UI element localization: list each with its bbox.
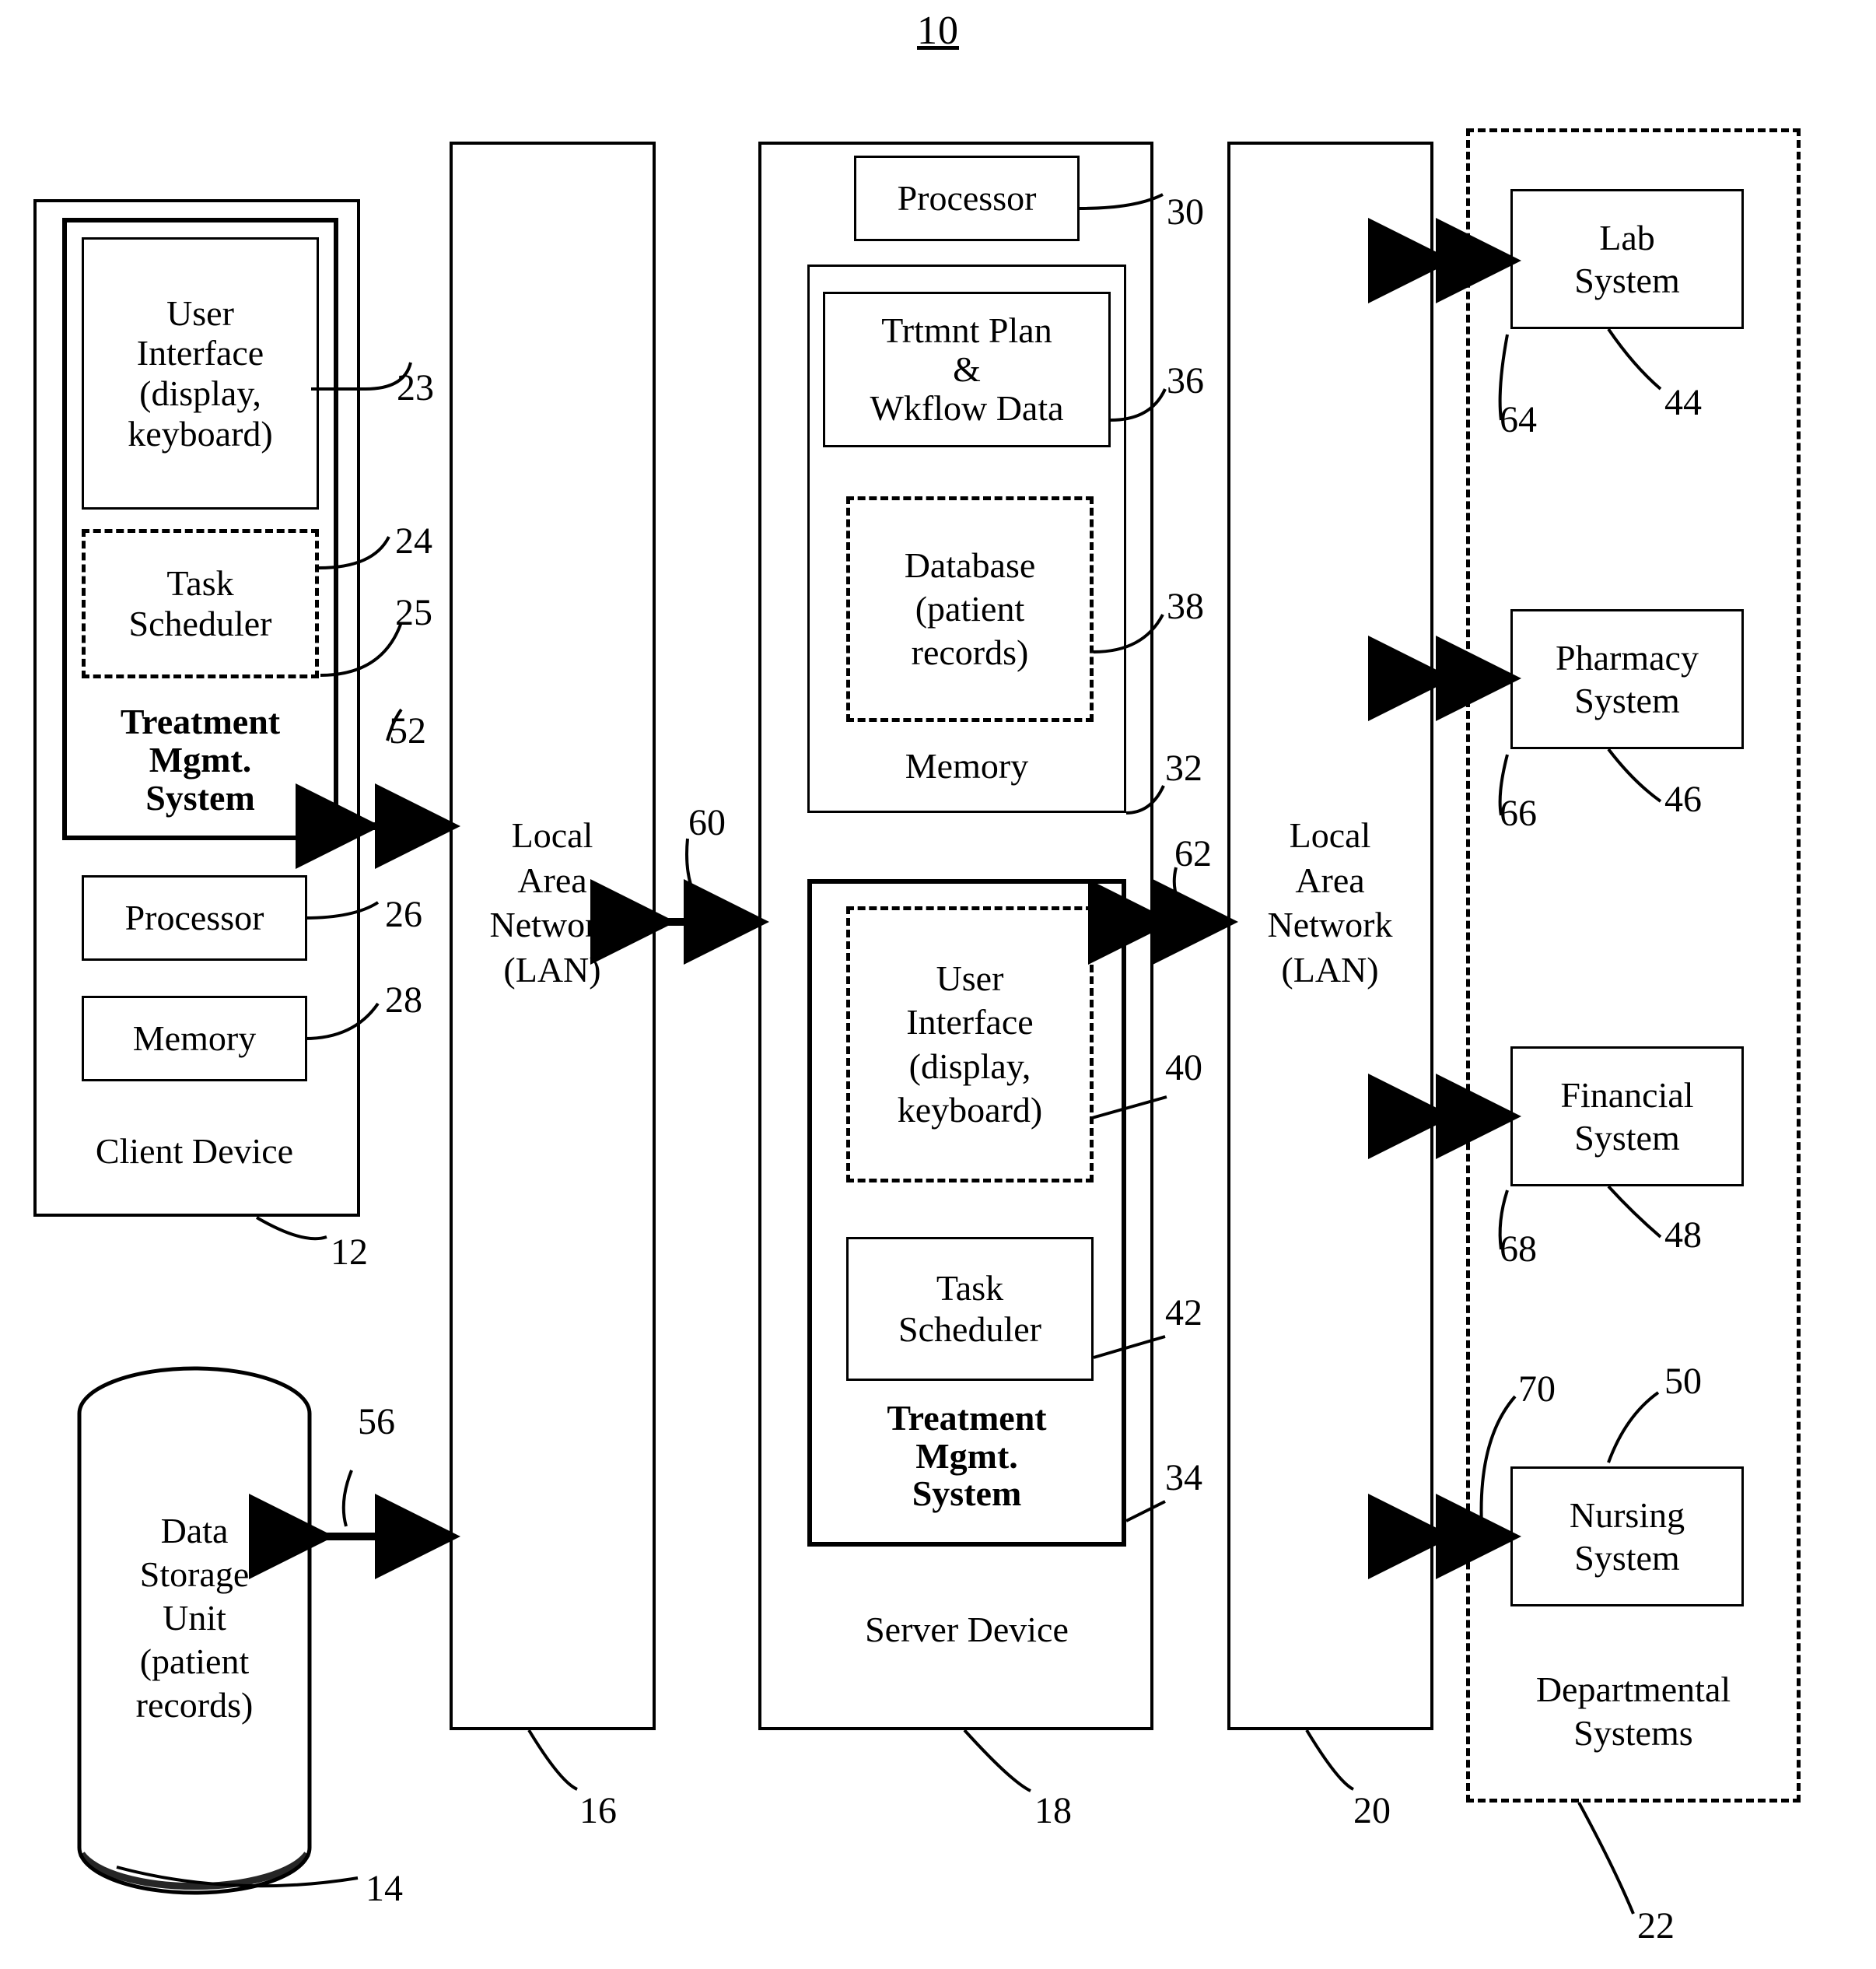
client-device-label-l2: Device: [191, 1131, 294, 1172]
pharmacy-system-box: Pharmacy System: [1510, 609, 1744, 749]
figure-number: 10: [917, 9, 959, 53]
server-device-label-l1: Server: [865, 1610, 959, 1650]
ref-25: 25: [395, 592, 432, 633]
ref-14: 14: [366, 1868, 403, 1909]
leader-20: [1305, 1729, 1355, 1791]
ref-32: 32: [1165, 748, 1202, 789]
nursing-system-box: Nursing System: [1510, 1466, 1744, 1606]
ref-23: 23: [397, 367, 434, 408]
ref-52: 52: [389, 710, 426, 752]
leader-16: [527, 1729, 578, 1791]
ref-70: 70: [1518, 1368, 1556, 1410]
ref-22: 22: [1637, 1905, 1675, 1946]
ref-60: 60: [688, 802, 726, 843]
server-device-label: Server Device: [807, 1571, 1126, 1688]
lab-system-box: Lab System: [1510, 189, 1744, 329]
leader-22: [1577, 1802, 1635, 1915]
ref-30: 30: [1167, 191, 1204, 233]
client-task-scheduler-box: Task Scheduler: [82, 529, 319, 678]
ref-48: 48: [1664, 1214, 1702, 1256]
server-database-box: Database (patient records): [846, 496, 1094, 722]
ref-40: 40: [1165, 1047, 1202, 1088]
leader-18: [963, 1729, 1031, 1792]
server-task-scheduler-box: Task Scheduler: [846, 1237, 1094, 1381]
ref-64: 64: [1500, 399, 1537, 440]
server-treatment-plan-box: Trtmnt Plan & Wkflow Data: [823, 292, 1111, 447]
client-user-interface-box: User Interface (display, keyboard): [82, 237, 319, 510]
server-memory-label: Memory: [905, 746, 1029, 787]
ref-28: 28: [385, 979, 422, 1021]
client-device-label-l1: Client: [95, 1131, 184, 1172]
ref-46: 46: [1664, 779, 1702, 820]
leader-12: [255, 1216, 327, 1241]
lan-right-label: Local Area Network (LAN): [1267, 815, 1393, 990]
server-user-interface-box: User Interface (display, keyboard): [846, 906, 1094, 1182]
financial-system-box: Financial System: [1510, 1046, 1744, 1186]
server-device-label-l2: Device: [967, 1610, 1069, 1650]
ref-18: 18: [1034, 1790, 1072, 1831]
ref-26: 26: [385, 894, 422, 935]
server-treatment-mgmt-label: Treatment Mgmt. System: [887, 1397, 1047, 1514]
leader-60: [685, 838, 695, 894]
server-processor-box: Processor: [854, 156, 1080, 241]
client-memory-box: Memory: [82, 996, 307, 1081]
ref-56: 56: [358, 1401, 395, 1442]
ref-20: 20: [1353, 1790, 1391, 1831]
lan-left-label: Local Area Network (LAN): [489, 815, 615, 990]
ref-50: 50: [1664, 1361, 1702, 1402]
data-storage-unit-label: Data Storage Unit (patient records): [135, 1510, 254, 1726]
leader-56: [341, 1470, 353, 1527]
ref-62: 62: [1174, 833, 1212, 874]
ref-38: 38: [1167, 586, 1204, 627]
client-device-label: Client Device: [82, 1097, 307, 1206]
ref-36: 36: [1167, 360, 1204, 401]
client-treatment-mgmt-label: Treatment Mgmt. System: [120, 702, 281, 818]
ref-34: 34: [1165, 1457, 1202, 1498]
ref-44: 44: [1664, 382, 1702, 423]
departmental-systems-label: Departmental Systems: [1535, 1669, 1731, 1753]
ref-68: 68: [1500, 1228, 1537, 1270]
ref-12: 12: [331, 1232, 368, 1273]
ref-42: 42: [1165, 1292, 1202, 1333]
client-processor-box: Processor: [82, 875, 307, 961]
ref-24: 24: [395, 520, 432, 562]
ref-16: 16: [579, 1790, 617, 1831]
ref-66: 66: [1500, 793, 1537, 834]
